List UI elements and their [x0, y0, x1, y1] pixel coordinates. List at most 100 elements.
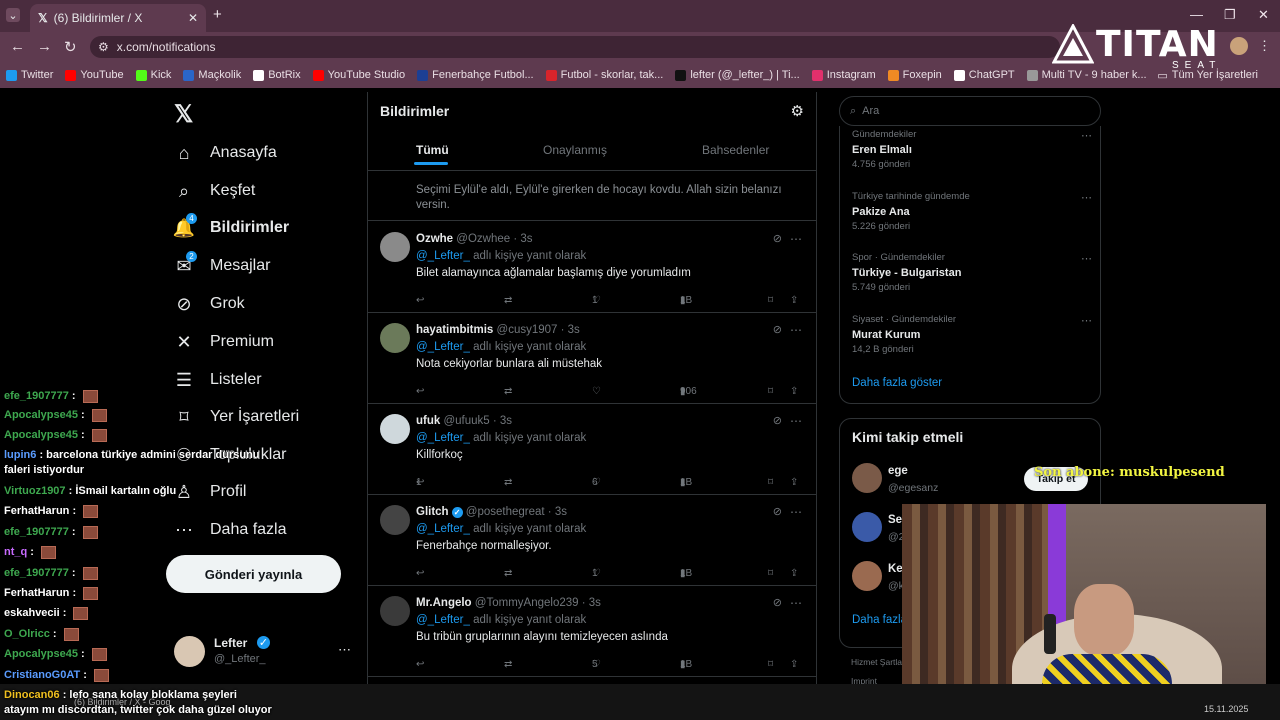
chat-separator: : — [36, 449, 47, 461]
grok-icon[interactable]: ⊘ — [773, 414, 782, 427]
share-icon[interactable]: ⇪ — [790, 477, 798, 488]
taskbar-date: 15.11.2025 — [1204, 704, 1249, 714]
reply-mention-link[interactable]: @_Lefter_ — [416, 614, 470, 626]
back-icon[interactable]: ← — [10, 38, 25, 55]
more-icon[interactable]: ⋯ — [790, 596, 802, 610]
sidebar-item-0[interactable]: ⌂ Anasayfa — [174, 143, 277, 163]
browser-menu-icon[interactable]: ⋮ — [1258, 38, 1271, 54]
bookmark-icon[interactable]: ⌑ — [768, 477, 773, 488]
trend-item[interactable]: Siyaset · Gündemdekiler Murat Kurum 14,2 B… — [852, 314, 1092, 355]
bookmark-item[interactable]: Twitter — [6, 69, 53, 81]
bookmark-item[interactable]: Fenerbahçe Futbol... — [417, 69, 534, 81]
more-icon[interactable]: ⋯ — [790, 505, 802, 519]
tweet-card[interactable]: Ozwhe @Ozwhee · 3s @_Lefter_ adlı kişiye … — [368, 222, 816, 313]
trend-more-icon[interactable]: ⋯ — [1081, 129, 1092, 142]
previous-notification[interactable]: Seçimi Eylül'e aldı, Eylül'e girerken de… — [368, 171, 816, 221]
sidebar-item-6[interactable]: ☰ Listeler — [174, 370, 262, 390]
more-icon[interactable]: ⋯ — [790, 414, 802, 428]
search-input[interactable]: ⌕ Ara — [839, 96, 1101, 126]
reload-icon[interactable]: ↻ — [64, 38, 77, 56]
grok-icon[interactable]: ⊘ — [773, 232, 782, 245]
bookmark-item[interactable]: YouTube Studio — [312, 69, 405, 81]
more-icon[interactable]: ⋯ — [790, 232, 802, 246]
minimize-icon[interactable]: — — [1190, 7, 1203, 22]
bookmark-item[interactable]: Maçkolik — [183, 69, 241, 81]
sidebar-item-1[interactable]: ⌕ Keşfet — [174, 181, 255, 201]
footer-terms-link[interactable]: Hizmet Şartla — [851, 657, 902, 667]
sidebar-item-5[interactable]: ✕ Premium — [174, 332, 274, 352]
bookmark-icon[interactable]: ⌑ — [768, 659, 773, 670]
trend-more-icon[interactable]: ⋯ — [1081, 252, 1092, 265]
avatar[interactable] — [380, 505, 410, 535]
bookmark-icon[interactable]: ⌑ — [768, 295, 773, 306]
sidebar-item-icon: ⌕ — [178, 180, 190, 201]
avatar[interactable] — [380, 323, 410, 353]
share-icon[interactable]: ⇪ — [790, 659, 798, 670]
sidebar-item-3[interactable]: ✉ 2 Mesajlar — [174, 251, 270, 276]
tweet-card[interactable]: ufuk @ufuuk5 · 3s @_Lefter_ adlı kişiye y… — [368, 404, 816, 495]
tweet-card[interactable]: Mr.Angelo @TommyAngelo239 · 3s @_Lefter_ … — [368, 586, 816, 677]
bookmark-item[interactable]: lefter (@_lefter_) | Ti... — [675, 69, 800, 81]
window-close-icon[interactable]: ✕ — [1258, 7, 1269, 23]
avatar[interactable] — [852, 561, 882, 591]
grok-icon[interactable]: ⊘ — [773, 596, 782, 609]
more-icon[interactable]: ⋯ — [790, 323, 802, 337]
tweet-author-name[interactable]: Glitch — [416, 506, 449, 518]
avatar[interactable] — [380, 596, 410, 626]
tweet-author-name[interactable]: Ozwhe — [416, 233, 453, 245]
avatar[interactable] — [852, 512, 882, 542]
bookmark-item[interactable]: BotRix — [253, 69, 301, 81]
trend-item[interactable]: Türkiye tarihinde gündemde Pakize Ana 5.22… — [852, 191, 1092, 232]
maximize-icon[interactable]: ❐ — [1224, 7, 1236, 23]
tweet-card[interactable]: hayatimbitmis @cusy1907 · 3s @_Lefter_ ad… — [368, 313, 816, 404]
address-bar[interactable]: ⚙ x.com/notifications — [90, 36, 1060, 58]
reply-mention-link[interactable]: @_Lefter_ — [416, 432, 470, 444]
reply-mention-link[interactable]: @_Lefter_ — [416, 523, 470, 535]
share-icon[interactable]: ⇪ — [790, 295, 798, 306]
bookmark-icon[interactable]: ⌑ — [768, 386, 773, 397]
site-settings-icon[interactable]: ⚙ — [98, 40, 109, 54]
avatar[interactable] — [380, 414, 410, 444]
sidebar-item-2[interactable]: 🔔 4 Bildirimler — [173, 213, 289, 238]
x-logo-icon[interactable]: 𝕏 — [174, 100, 193, 129]
browser-profile-avatar[interactable] — [1230, 37, 1248, 55]
grok-icon[interactable]: ⊘ — [773, 323, 782, 336]
avatar[interactable] — [380, 232, 410, 262]
settings-gear-icon[interactable]: ⚙ — [791, 102, 804, 120]
bookmark-item[interactable]: YouTube — [65, 69, 124, 81]
bookmark-item[interactable]: ChatGPT — [953, 69, 1015, 81]
tab-verified[interactable]: Onaylanmış — [543, 143, 607, 157]
account-more-icon[interactable]: ⋯ — [338, 642, 351, 658]
trend-item[interactable]: Spor · Gündemdekiler Türkiye - Bulgarista… — [852, 252, 1092, 293]
tab-all[interactable]: Tümü — [416, 143, 449, 157]
bookmark-item[interactable]: Multi TV - 9 haber k... — [1026, 69, 1147, 81]
tab-close-icon[interactable]: ✕ — [188, 11, 198, 25]
bookmark-item[interactable]: Futbol - skorlar, tak... — [545, 69, 663, 81]
tweet-author-name[interactable]: ufuk — [416, 415, 440, 427]
tab-mentions[interactable]: Bahsedenler — [702, 143, 769, 157]
tweet-author-name[interactable]: Mr.Angelo — [416, 597, 472, 609]
tab-search-icon[interactable]: ⌄ — [6, 8, 20, 22]
reply-mention-link[interactable]: @_Lefter_ — [416, 341, 470, 353]
tweet-card[interactable]: Glitch ✓ @posethegreat · 3s @_Lefter_ adlı… — [368, 495, 816, 586]
grok-icon[interactable]: ⊘ — [773, 505, 782, 518]
bookmark-item[interactable]: Instagram — [811, 69, 876, 81]
share-icon[interactable]: ⇪ — [790, 568, 798, 579]
trend-item[interactable]: Gündemdekiler Eren Elmalı 4.756 gönderi ⋯ — [852, 129, 1092, 170]
show-more-follow-link[interactable]: Daha fazla — [852, 614, 907, 626]
share-icon[interactable]: ⇪ — [790, 386, 798, 397]
show-more-trends-link[interactable]: Daha fazla göster — [852, 377, 942, 389]
browser-tab[interactable]: 𝕏 (6) Bildirimler / X ✕ — [30, 4, 206, 32]
trend-more-icon[interactable]: ⋯ — [1081, 191, 1092, 204]
sidebar-item-4[interactable]: ⊘ Grok — [174, 294, 244, 314]
avatar[interactable] — [852, 463, 882, 493]
bookmark-icon[interactable]: ⌑ — [768, 568, 773, 579]
bookmark-item[interactable]: Foxepin — [887, 69, 942, 81]
tweet-author-name[interactable]: hayatimbitmis — [416, 324, 493, 336]
new-tab-icon[interactable]: + — [213, 6, 222, 23]
trend-more-icon[interactable]: ⋯ — [1081, 314, 1092, 327]
reply-mention-link[interactable]: @_Lefter_ — [416, 250, 470, 262]
bookmark-item[interactable]: Kick — [135, 69, 171, 81]
forward-icon[interactable]: → — [37, 38, 52, 55]
bookmark-favicon-icon — [65, 69, 77, 81]
